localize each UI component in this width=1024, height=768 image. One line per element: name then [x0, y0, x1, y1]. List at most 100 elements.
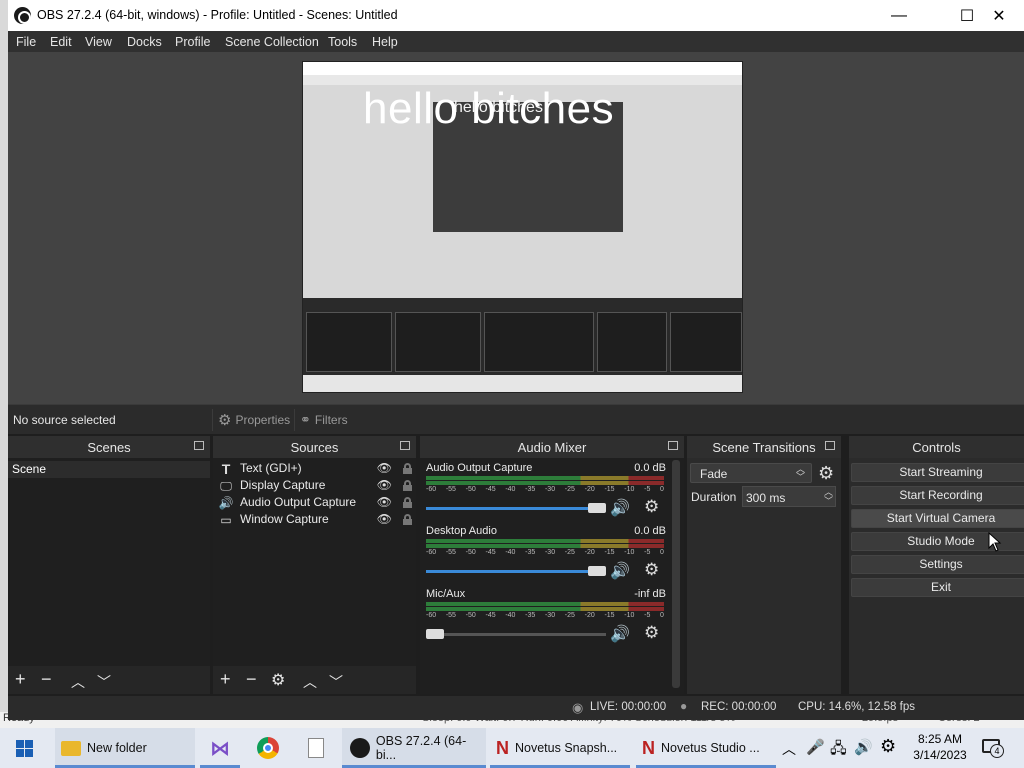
lock-icon[interactable] [403, 463, 412, 474]
start-virtual-camera-button[interactable]: Start Virtual Camera [851, 509, 1024, 528]
volume-slider[interactable] [426, 503, 606, 513]
taskbar-item-novetus-studio[interactable]: N Novetus Studio ... [636, 728, 776, 768]
preview-overlay-text: hello bitches [363, 84, 615, 133]
menu-help[interactable]: Help [372, 35, 398, 49]
mixer-channel: Desktop Audio 0.0 dB -60 -55 -50 -45 -40 -35-… [424, 525, 666, 585]
sources-title: Sources [290, 439, 339, 455]
preview-panel [306, 312, 392, 372]
speaker-icon[interactable]: 🔊 [610, 624, 630, 644]
remove-icon[interactable]: − [41, 669, 52, 690]
move-up-icon[interactable]: ︿ [303, 672, 317, 692]
settings-gear-icon[interactable]: ⚙ [880, 736, 896, 757]
menu-tools[interactable]: Tools [328, 35, 357, 49]
preview-panel [670, 312, 742, 372]
filters-button[interactable]: ⚭ Filters [294, 409, 353, 431]
mixer-scrollbar[interactable] [672, 460, 680, 688]
lock-icon[interactable] [403, 497, 412, 508]
taskbar-item-obs[interactable]: OBS 27.2.4 (64-bi... [342, 728, 486, 768]
sources-header: Sources [213, 436, 416, 458]
menu-edit[interactable]: Edit [50, 35, 72, 49]
network-icon[interactable]: 🖧 [830, 738, 847, 763]
scene-item[interactable]: Scene [8, 461, 210, 478]
menu-bar: File Edit View Docks Profile Scene Colle… [8, 31, 1024, 52]
volume-slider[interactable] [426, 629, 606, 639]
start-streaming-button[interactable]: Start Streaming [851, 463, 1024, 482]
exit-button[interactable]: Exit [851, 578, 1024, 597]
meter-tick-label: -60 [426, 486, 437, 493]
speaker-icon[interactable]: 🔊 [610, 498, 630, 518]
transition-select[interactable]: Fade ︿ ﹀ [690, 463, 812, 483]
spin-arrows-icon[interactable]: ︿ ﹀ [824, 488, 833, 506]
float-dock-icon[interactable] [668, 441, 678, 450]
chevron-updown-icon: ︿ ﹀ [795, 464, 805, 482]
float-dock-icon[interactable] [825, 441, 835, 450]
menu-docks[interactable]: Docks [127, 35, 162, 49]
gear-icon[interactable]: ⚙ [644, 623, 659, 643]
channel-db: -inf dB [634, 588, 666, 600]
move-up-icon[interactable]: ︿ [71, 672, 85, 692]
move-down-icon[interactable]: ﹀ [329, 672, 343, 692]
taskbar-item-file[interactable] [298, 728, 334, 768]
menu-profile[interactable]: Profile [175, 35, 210, 49]
minimize-button[interactable]: — [876, 0, 922, 31]
visibility-eye-icon[interactable]: 👁 [377, 477, 392, 494]
move-down-icon[interactable]: ﹀ [97, 672, 111, 692]
chevron-up-icon[interactable]: ︿ [782, 739, 796, 759]
speaker-icon[interactable]: 🔊 [610, 561, 630, 581]
menu-scene-collection[interactable]: Scene Collection [225, 35, 319, 49]
add-icon[interactable]: + [15, 669, 26, 690]
gear-icon[interactable]: ⚙ [644, 560, 659, 580]
volume-icon[interactable]: 🔊 [854, 738, 873, 756]
add-icon[interactable]: + [220, 669, 231, 690]
float-dock-icon[interactable] [400, 441, 410, 450]
source-row[interactable]: ▭ Window Capture 👁 [213, 511, 416, 528]
float-dock-icon[interactable] [194, 441, 204, 450]
menu-file[interactable]: File [16, 35, 36, 49]
meter-tick-label: -55 [445, 612, 456, 619]
meter-tick-label: 0 [660, 549, 664, 556]
duration-label: Duration [691, 490, 737, 504]
clock-date: 3/14/2023 [913, 748, 967, 762]
clock[interactable]: 8:25 AM 3/14/2023 [908, 731, 972, 763]
visibility-eye-icon[interactable]: 👁 [377, 511, 392, 528]
lock-icon[interactable] [403, 480, 412, 491]
gear-icon: ⚙ [218, 412, 232, 429]
meter-tick-label: -35 [525, 549, 536, 556]
microphone-icon[interactable]: 🎤 [806, 738, 825, 756]
mixer-title: Audio Mixer [517, 439, 587, 455]
menu-view[interactable]: View [85, 35, 112, 49]
volume-slider[interactable] [426, 566, 606, 576]
close-button[interactable]: ✕ [976, 0, 1022, 31]
start-button[interactable] [0, 728, 48, 768]
properties-button[interactable]: ⚙ Properties [212, 409, 295, 431]
gear-icon[interactable]: ⚙ [271, 670, 285, 690]
taskbar-item-chrome[interactable] [248, 728, 288, 768]
gear-icon[interactable]: ⚙ [644, 497, 659, 517]
controls-title: Controls [912, 439, 961, 455]
meter-tick-label: -35 [525, 612, 536, 619]
title-bar: OBS 27.2.4 (64-bit, windows) - Profile: … [8, 0, 1024, 31]
source-row[interactable]: 🖵 Display Capture 👁 [213, 477, 416, 494]
channel-db: 0.0 dB [634, 462, 666, 474]
remove-icon[interactable]: − [246, 669, 257, 690]
meter-tick-label: -25 [564, 486, 575, 493]
gear-icon[interactable]: ⚙ [818, 463, 834, 484]
taskbar-item-new-folder[interactable]: New folder [55, 728, 195, 768]
controls-dock: Controls Start Streaming Start Recording… [849, 436, 1024, 694]
visibility-eye-icon[interactable]: 👁 [377, 460, 392, 477]
taskbar-label: New folder [87, 741, 147, 755]
source-row[interactable]: T Text (GDI+) 👁 [213, 460, 416, 477]
taskbar-item-novetus-snapshot[interactable]: N Novetus Snapsh... [490, 728, 630, 768]
lock-icon[interactable] [403, 514, 412, 525]
start-recording-button[interactable]: Start Recording [851, 486, 1024, 505]
volume-meter [426, 476, 664, 480]
visibility-eye-icon[interactable]: 👁 [377, 494, 392, 511]
meter-tick-label: 0 [660, 486, 664, 493]
record-icon: ● [680, 699, 688, 713]
source-row[interactable]: 🔊 Audio Output Capture 👁 [213, 494, 416, 511]
notification-center[interactable]: 4 [980, 737, 1004, 759]
source-label: Audio Output Capture [240, 495, 357, 509]
settings-button[interactable]: Settings [851, 555, 1024, 574]
duration-spinbox[interactable]: 300 ms ︿ ﹀ [742, 486, 836, 507]
taskbar-item-visual-studio[interactable]: ⋈ [200, 728, 240, 768]
